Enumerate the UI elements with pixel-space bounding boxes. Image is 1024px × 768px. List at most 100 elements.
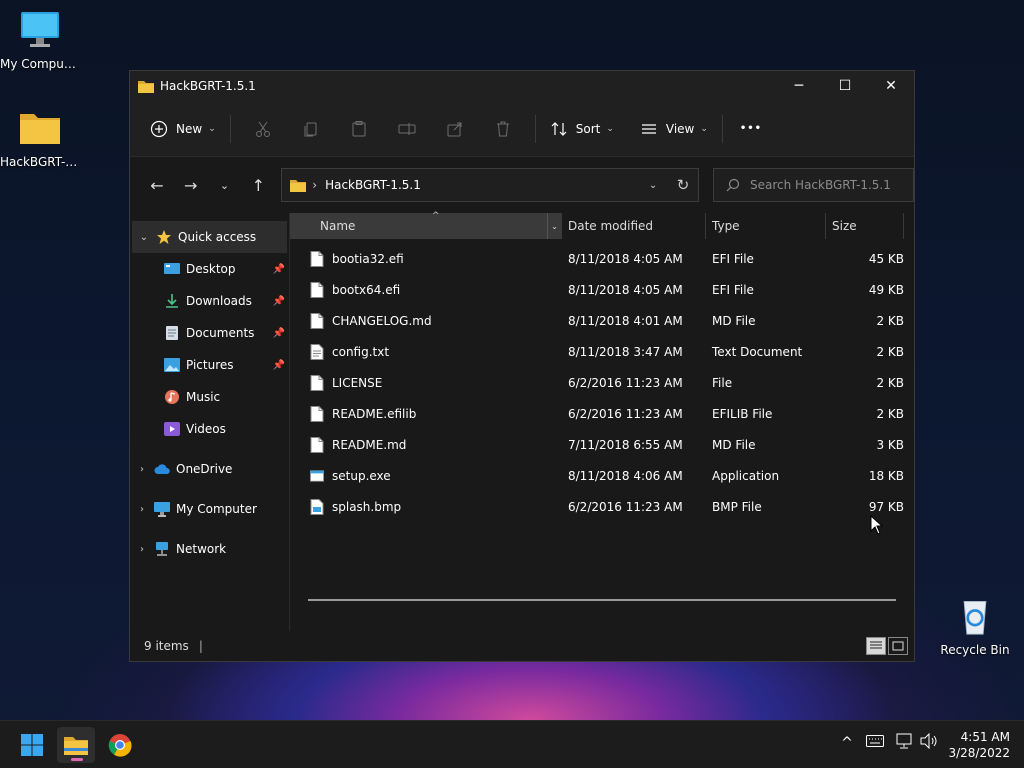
large-icons-view-icon[interactable] xyxy=(888,637,908,655)
taskbar-chrome[interactable] xyxy=(101,727,139,763)
taskbar-clock[interactable]: 4:51 AM 3/28/2022 xyxy=(948,729,1010,761)
column-header-type[interactable]: Type xyxy=(706,213,826,239)
image-file-icon xyxy=(310,498,324,515)
sidebar-item-desktop[interactable]: Desktop 📌 xyxy=(130,253,289,285)
column-header-size[interactable]: Size xyxy=(826,213,904,239)
cut-button[interactable] xyxy=(239,113,287,145)
sidebar-item-label: Documents xyxy=(186,326,255,340)
file-date: 6/2/2016 11:23 AM xyxy=(568,375,683,390)
address-bar[interactable]: › HackBGRT-1.5.1 ⌄ ↻ xyxy=(281,168,700,202)
sort-label: Sort xyxy=(575,121,601,136)
volume-icon[interactable] xyxy=(920,732,938,753)
breadcrumb[interactable]: HackBGRT-1.5.1 xyxy=(325,178,638,192)
network-status-icon[interactable] xyxy=(896,733,914,753)
start-button[interactable] xyxy=(13,727,51,763)
divider xyxy=(534,114,536,143)
pin-icon[interactable]: 📌 xyxy=(273,264,285,275)
file-date: 7/11/2018 6:55 AM xyxy=(568,437,683,452)
search-input[interactable] xyxy=(750,178,911,192)
breadcrumb-chevron-icon[interactable]: › xyxy=(312,178,317,192)
maximize-button[interactable]: ☐ xyxy=(822,71,868,101)
delete-button[interactable] xyxy=(479,113,527,145)
table-row[interactable]: README.efilib 6/2/2016 11:23 AM EFILIB F… xyxy=(290,398,914,429)
title-bar[interactable]: HackBGRT-1.5.1 ─ ☐ ✕ xyxy=(130,71,914,101)
sidebar-item-quick-access[interactable]: ⌄ Quick access xyxy=(132,221,287,253)
table-row[interactable]: bootx64.efi 8/11/2018 4:05 AM EFI File 4… xyxy=(290,274,914,305)
file-type: EFI File xyxy=(712,251,754,266)
address-dropdown-icon[interactable]: ⌄ xyxy=(638,180,668,191)
pin-icon[interactable]: 📌 xyxy=(273,360,285,371)
copy-button[interactable] xyxy=(287,113,335,145)
pin-icon[interactable]: 📌 xyxy=(273,296,285,307)
search-box[interactable] xyxy=(713,168,914,202)
chevron-right-icon[interactable]: › xyxy=(130,504,154,515)
rename-button[interactable] xyxy=(383,113,431,145)
table-row[interactable]: LICENSE 6/2/2016 11:23 AM File 2 KB xyxy=(290,367,914,398)
folder-icon xyxy=(64,737,88,755)
minimize-button[interactable]: ─ xyxy=(776,71,822,101)
sidebar-item-pictures[interactable]: Pictures 📌 xyxy=(130,349,289,381)
keyboard-icon[interactable] xyxy=(866,735,884,751)
file-size: 2 KB xyxy=(876,375,904,390)
file-type: BMP File xyxy=(712,499,762,514)
taskbar-file-explorer[interactable] xyxy=(57,727,95,763)
forward-arrow-icon[interactable]: → xyxy=(174,170,208,200)
table-row[interactable]: config.txt 8/11/2018 3:47 AM Text Docume… xyxy=(290,336,914,367)
system-tray: ^ xyxy=(838,732,938,753)
paste-button[interactable] xyxy=(335,113,383,145)
chevron-down-icon[interactable]: ⌄ xyxy=(132,232,156,243)
desktop-icon-recycle-bin[interactable]: Recycle Bin xyxy=(935,596,1015,657)
sidebar-item-onedrive[interactable]: › OneDrive xyxy=(130,453,289,485)
file-rows: bootia32.efi 8/11/2018 4:05 AM EFI File … xyxy=(290,243,914,522)
sidebar-item-network[interactable]: › Network xyxy=(130,533,289,565)
up-arrow-icon[interactable]: ↑ xyxy=(241,170,275,200)
column-filter-chevron-icon[interactable]: ⌄ xyxy=(547,213,561,239)
sidebar-item-downloads[interactable]: Downloads 📌 xyxy=(130,285,289,317)
refresh-icon[interactable]: ↻ xyxy=(668,176,698,194)
table-row[interactable]: CHANGELOG.md 8/11/2018 4:01 AM MD File 2… xyxy=(290,305,914,336)
view-button[interactable]: View ⌄ xyxy=(634,113,714,145)
chevron-right-icon[interactable]: › xyxy=(130,464,154,475)
sidebar-item-documents[interactable]: Documents 📌 xyxy=(130,317,289,349)
desktop-icon-hackbgrt-folder[interactable]: HackBGRT-1... xyxy=(0,108,80,169)
status-divider: | xyxy=(198,639,203,653)
file-size: 3 KB xyxy=(876,437,904,452)
column-header-date-modified[interactable]: Date modified xyxy=(562,213,706,239)
chevron-right-icon[interactable]: › xyxy=(130,544,154,555)
file-icon xyxy=(310,405,324,422)
table-row[interactable]: README.md 7/11/2018 6:55 AM MD File 3 KB xyxy=(290,429,914,460)
file-size: 2 KB xyxy=(876,406,904,421)
share-icon xyxy=(446,120,464,138)
desktop-icon-my-computer[interactable]: My Computer xyxy=(0,10,80,71)
file-size: 97 KB xyxy=(868,499,904,514)
new-button[interactable]: New ⌄ xyxy=(144,113,222,145)
recent-locations-chevron-icon[interactable]: ⌄ xyxy=(208,170,242,200)
close-button[interactable]: ✕ xyxy=(868,71,914,101)
table-row[interactable]: splash.bmp 6/2/2016 11:23 AM BMP File 97… xyxy=(290,491,914,522)
new-label: New xyxy=(176,121,203,136)
horizontal-scrollbar[interactable] xyxy=(308,599,896,601)
file-date: 8/11/2018 4:05 AM xyxy=(568,251,683,266)
file-date: 8/11/2018 4:01 AM xyxy=(568,313,683,328)
explorer-body: ⌄ Quick access Desktop 📌 Downloads 📌 Doc… xyxy=(130,211,914,631)
more-options-button[interactable]: ••• xyxy=(731,113,771,145)
sort-button[interactable]: Sort ⌄ xyxy=(544,113,620,145)
sidebar-item-videos[interactable]: Videos xyxy=(130,413,289,445)
sidebar-item-my-computer[interactable]: › My Computer xyxy=(130,493,289,525)
details-view-icon[interactable] xyxy=(866,637,886,655)
share-button[interactable] xyxy=(431,113,479,145)
show-hidden-icons-chevron-icon[interactable]: ^ xyxy=(838,735,856,751)
file-date: 8/11/2018 4:05 AM xyxy=(568,282,683,297)
clock-time: 4:51 AM xyxy=(960,730,1010,744)
sidebar-item-label: Network xyxy=(176,542,227,556)
back-arrow-icon[interactable]: ← xyxy=(140,170,174,200)
table-row[interactable]: setup.exe 8/11/2018 4:06 AM Application … xyxy=(290,460,914,491)
cloud-icon xyxy=(154,461,170,477)
status-bar: 9 items | xyxy=(130,631,914,661)
file-type: MD File xyxy=(712,437,756,452)
sidebar-item-music[interactable]: Music xyxy=(130,381,289,413)
pin-icon[interactable]: 📌 xyxy=(273,328,285,339)
table-row[interactable]: bootia32.efi 8/11/2018 4:05 AM EFI File … xyxy=(290,243,914,274)
network-icon xyxy=(154,541,170,557)
column-header-name[interactable]: ^ Name ⌄ xyxy=(290,211,562,239)
